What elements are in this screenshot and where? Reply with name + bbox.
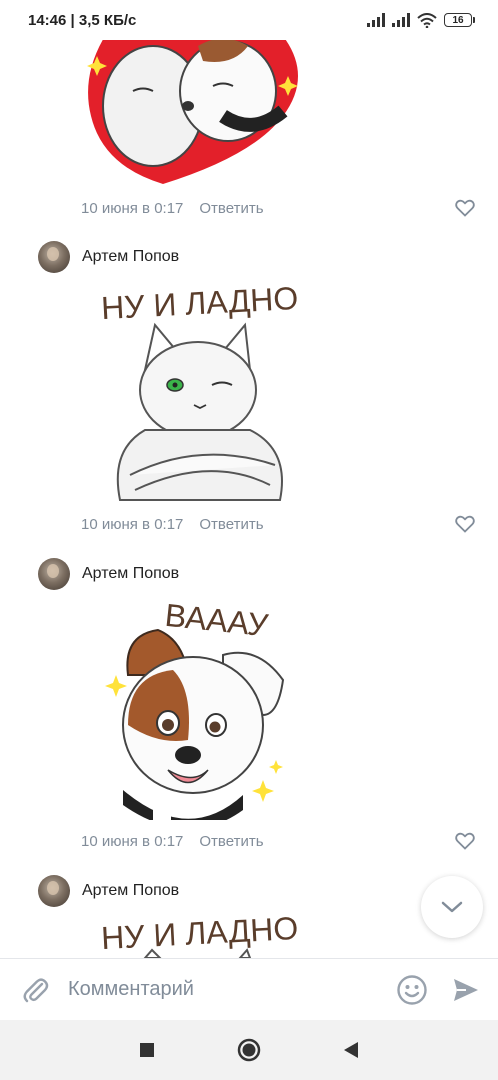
back-nav-icon[interactable]: [343, 1041, 359, 1059]
system-nav-bar: [0, 1020, 498, 1080]
like-button[interactable]: [454, 198, 476, 218]
emoji-button[interactable]: [396, 974, 428, 1006]
avatar[interactable]: [38, 875, 70, 907]
reply-link[interactable]: Ответить: [199, 833, 263, 850]
battery-icon: 16: [444, 13, 475, 27]
comment-author-row[interactable]: Артем Попов: [38, 558, 179, 590]
like-button[interactable]: [454, 514, 476, 534]
comment-date: 10 июня в 0:17: [81, 515, 184, 533]
author-name[interactable]: Артем Попов: [82, 248, 179, 266]
comment-author-row[interactable]: Артем Попов: [38, 875, 179, 907]
sticker-caption: ВАААУ: [163, 597, 270, 644]
comment-date: 10 июня в 0:17: [81, 832, 184, 850]
comment-author-row[interactable]: Артем Попов: [38, 241, 179, 273]
comment-composer: Комментарий: [0, 958, 498, 1020]
author-name[interactable]: Артем Попов: [82, 882, 179, 900]
sticker-caption: НУ И ЛАДНО: [100, 910, 299, 956]
send-icon: [454, 978, 478, 1001]
battery-level: 16: [452, 14, 464, 26]
sticker-cat-nu-i-ladno-2: НУ И ЛАДНО: [100, 910, 299, 958]
sticker-cat-nu-i-ladno: НУ И ЛАДНО: [100, 280, 299, 501]
heart-icon: [455, 832, 475, 850]
signal-icon: [367, 13, 385, 27]
comment-date: 10 июня в 0:17: [81, 199, 184, 217]
avatar[interactable]: [38, 241, 70, 273]
sticker-caption: НУ И ЛАДНО: [100, 280, 299, 326]
author-name[interactable]: Артем Попов: [82, 565, 179, 583]
comment-meta: 10 июня в 0:17 Ответить: [81, 829, 476, 853]
status-bar: 14:46 | 3,5 КБ/с 16: [0, 0, 498, 40]
attach-button[interactable]: [20, 975, 50, 1005]
reply-link[interactable]: Ответить: [199, 516, 263, 533]
status-icons: 16: [367, 12, 475, 28]
status-time-speed: 14:46 | 3,5 КБ/с: [28, 11, 137, 29]
send-button[interactable]: [452, 976, 480, 1004]
avatar[interactable]: [38, 558, 70, 590]
scroll-down-button[interactable]: [421, 876, 483, 938]
square-nav-icon[interactable]: [139, 1042, 155, 1058]
comments-feed[interactable]: 10 июня в 0:17 Ответить Артем Попов НУ И…: [0, 40, 498, 958]
sticker-dog-vaaau: ВАААУ: [105, 597, 285, 820]
sticker-hug: [87, 40, 298, 184]
comment-meta: 10 июня в 0:17 Ответить: [81, 512, 476, 536]
heart-icon: [455, 199, 475, 217]
attach-icon: [23, 977, 49, 1002]
comment-meta: 10 июня в 0:17 Ответить: [81, 196, 476, 220]
reply-link[interactable]: Ответить: [199, 200, 263, 217]
like-button[interactable]: [454, 831, 476, 851]
circle-nav-icon[interactable]: [237, 1038, 261, 1062]
wifi-icon: [417, 12, 437, 28]
heart-icon: [455, 515, 475, 533]
emoji-icon: [397, 974, 427, 1005]
signal-icon-2: [392, 13, 410, 27]
chevron-down-icon: [441, 901, 463, 913]
comment-input[interactable]: Комментарий: [68, 978, 396, 1001]
